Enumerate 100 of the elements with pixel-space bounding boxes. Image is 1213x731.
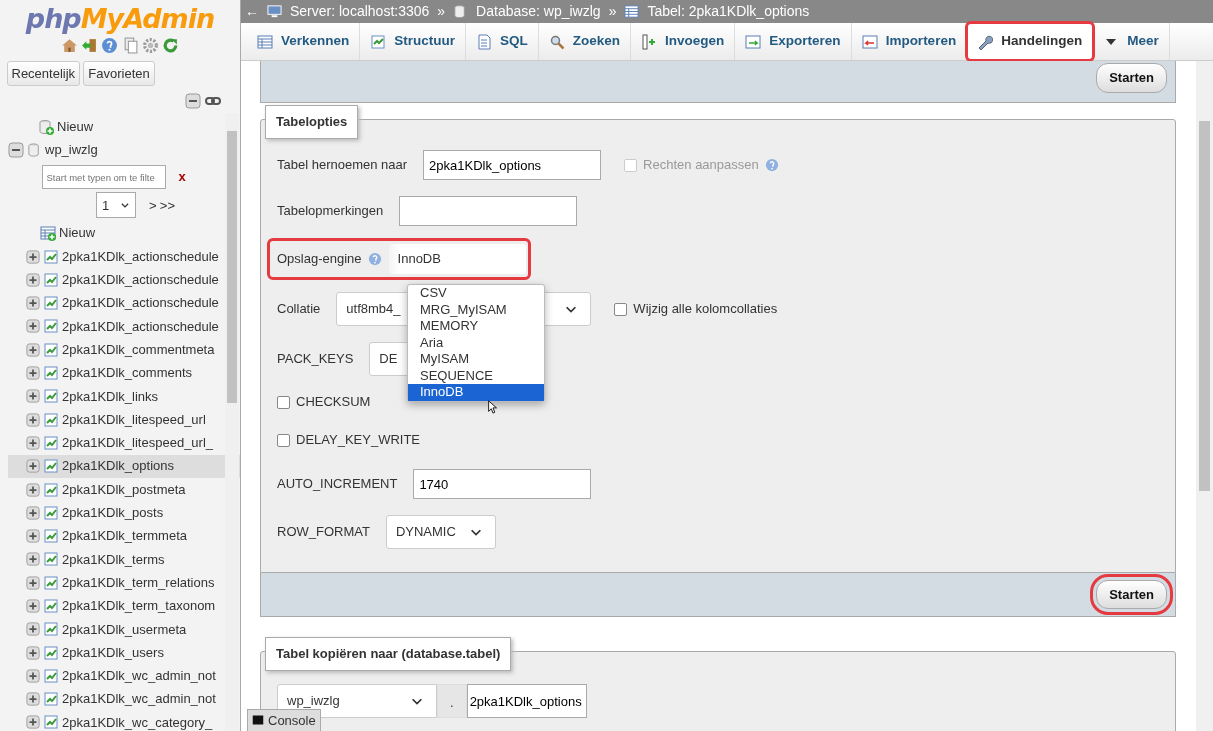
tree-item[interactable]: 2pka1KDlk_terms xyxy=(62,549,165,570)
table-icon[interactable] xyxy=(43,691,59,708)
tree-item[interactable]: 2pka1KDlk_wc_admin_not xyxy=(62,689,216,709)
dropdown-option[interactable]: SEQUENCE xyxy=(408,367,544,384)
tab[interactable]: Verkennen xyxy=(247,23,361,60)
dropdown-option[interactable]: InnoDB xyxy=(408,384,544,401)
tree-item[interactable]: 2pka1KDlk_links xyxy=(62,386,159,407)
expand-icon[interactable] xyxy=(26,435,40,450)
tree-item[interactable]: Nieuw xyxy=(59,223,96,243)
expand-icon[interactable] xyxy=(26,505,40,520)
expand-icon[interactable] xyxy=(26,599,40,613)
tab[interactable]: Zoeken xyxy=(538,23,632,60)
filter-field[interactable]: Start met typen om te filte xyxy=(41,165,166,190)
expand-icon[interactable] xyxy=(26,552,40,567)
table-icon[interactable] xyxy=(43,504,59,521)
expand-icon[interactable] xyxy=(26,296,40,311)
table-icon[interactable] xyxy=(43,365,59,381)
submit-button[interactable]: Starten xyxy=(1096,63,1167,93)
tree-item[interactable]: 2pka1KDlk_termmeta xyxy=(62,526,187,546)
expand-icon[interactable] xyxy=(26,459,40,474)
tree-item[interactable]: 2pka1KDlk_litespeed_url xyxy=(62,409,206,430)
expand-icon[interactable] xyxy=(26,366,40,380)
tab[interactable]: Meer xyxy=(1093,23,1170,60)
table-icon[interactable] xyxy=(43,574,59,591)
database-add-icon[interactable] xyxy=(38,118,54,135)
table-icon[interactable] xyxy=(43,528,59,545)
tab[interactable]: Exporteren xyxy=(735,23,852,60)
expand-icon[interactable] xyxy=(26,575,40,590)
tree-item[interactable]: 2pka1KDlk_actionschedule xyxy=(62,246,219,267)
table-icon[interactable] xyxy=(43,598,59,614)
table-icon[interactable] xyxy=(43,248,59,265)
expand-icon[interactable] xyxy=(26,319,40,334)
expand-icon[interactable] xyxy=(26,249,40,264)
table-icon[interactable] xyxy=(43,667,59,684)
table-icon[interactable] xyxy=(43,271,59,288)
breadcrumb-link[interactable]: Database: wp_iwzlg xyxy=(476,1,601,22)
reload-icon[interactable] xyxy=(162,37,180,55)
settings-icon[interactable] xyxy=(141,37,159,55)
tree-item[interactable]: 2pka1KDlk_posts xyxy=(62,503,164,523)
exit-icon[interactable] xyxy=(81,37,99,55)
table-icon[interactable] xyxy=(43,388,59,405)
table-icon[interactable] xyxy=(43,295,59,312)
text-field[interactable]: 2pka1KDlk_options xyxy=(423,150,602,180)
scrollbar[interactable] xyxy=(1196,61,1213,731)
checkbox[interactable] xyxy=(277,395,290,409)
tree-item[interactable]: wp_iwzlg xyxy=(45,140,98,160)
console-tab[interactable]: Console xyxy=(247,708,321,731)
table-icon[interactable] xyxy=(43,621,59,638)
sidebar-tab-button[interactable]: Recentelijk xyxy=(6,60,81,87)
tab[interactable]: SQL xyxy=(466,23,539,60)
checkbox[interactable] xyxy=(613,302,627,316)
expand-icon[interactable] xyxy=(26,692,40,707)
select-field[interactable]: InnoDB xyxy=(388,244,526,274)
help-icon[interactable] xyxy=(101,37,119,55)
table-icon[interactable] xyxy=(43,714,59,731)
tree-item[interactable]: 2pka1KDlk_actionschedule xyxy=(62,293,219,313)
tab[interactable]: Handelingen xyxy=(967,23,1094,60)
sidebar-tab-button[interactable]: Favorieten xyxy=(83,60,155,87)
dropdown-option[interactable]: MRG_MyISAM xyxy=(408,301,544,318)
expand-icon[interactable] xyxy=(26,272,40,287)
collapse-toggle[interactable]: ← xyxy=(245,1,259,22)
breadcrumb-link[interactable]: Server: localhost:3306 xyxy=(290,1,430,22)
tree-item[interactable]: 2pka1KDlk_litespeed_url_ xyxy=(62,433,214,453)
tab[interactable]: Structuur xyxy=(360,23,467,60)
page-select[interactable]: 1 xyxy=(96,192,136,219)
expand-icon[interactable] xyxy=(26,668,40,683)
home-icon[interactable] xyxy=(60,37,78,55)
tree-item[interactable]: 2pka1KDlk_commentmeta xyxy=(62,339,215,360)
text-field[interactable] xyxy=(399,196,578,226)
expand-icon[interactable] xyxy=(26,412,40,427)
table-icon[interactable] xyxy=(43,411,59,428)
dropdown-option[interactable]: Aria xyxy=(408,334,544,351)
help-icon[interactable] xyxy=(368,252,383,266)
tree-item[interactable]: 2pka1KDlk_comments xyxy=(62,363,193,383)
expand-icon[interactable] xyxy=(26,389,40,404)
table-icon[interactable] xyxy=(43,644,59,661)
text-field[interactable]: 1740 xyxy=(413,469,592,499)
table-icon[interactable] xyxy=(43,434,59,451)
tree-item[interactable]: 2pka1KDlk_users xyxy=(62,642,164,663)
collapse-all-icon[interactable] xyxy=(185,92,202,109)
tree-item[interactable]: 2pka1KDlk_actionschedule xyxy=(62,316,219,337)
expand-icon[interactable] xyxy=(26,715,40,730)
tab[interactable]: Invoegen xyxy=(631,23,736,60)
text-field[interactable]: 2pka1KDlk_options xyxy=(466,684,587,718)
last-page-link[interactable]: >> xyxy=(159,195,176,216)
tree-item[interactable]: 2pka1KDlk_wc_category_ xyxy=(62,712,213,731)
expand-icon[interactable] xyxy=(26,482,40,497)
tree-item[interactable]: 2pka1KDlk_term_relations xyxy=(62,572,215,593)
next-page-link[interactable]: > xyxy=(149,195,157,216)
table-icon[interactable] xyxy=(43,318,59,335)
dropdown-option[interactable]: MyISAM xyxy=(408,351,544,368)
table-icon[interactable] xyxy=(43,341,59,358)
tree-item[interactable]: Nieuw xyxy=(57,117,94,137)
table-icon[interactable] xyxy=(43,458,59,475)
logo[interactable]: phpMyAdmin xyxy=(0,0,240,34)
checkbox[interactable] xyxy=(277,433,290,447)
table-icon[interactable] xyxy=(43,551,59,568)
tree-item[interactable]: 2pka1KDlk_term_taxonom xyxy=(62,596,216,616)
expand-icon[interactable] xyxy=(26,645,40,660)
table-add-icon[interactable] xyxy=(40,225,56,242)
